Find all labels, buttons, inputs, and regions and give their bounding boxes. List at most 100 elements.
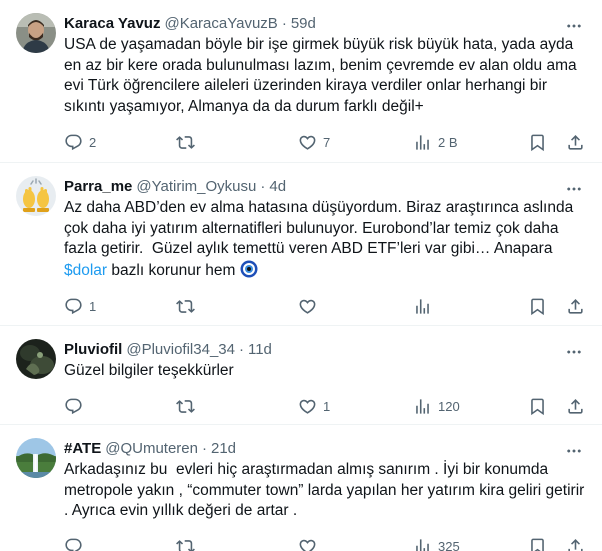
separator-dot: · [238,340,244,358]
more-options-button[interactable] [564,342,584,362]
heart-icon [299,299,316,314]
reply-icon [65,298,82,314]
tweet-text: Güzel bilgiler teşekkürler [64,362,234,379]
share-button[interactable] [566,388,585,426]
views-count: 2 B [438,134,458,150]
bookmark-button[interactable] [528,123,547,161]
timestamp[interactable]: 59d [291,15,316,32]
reply-button[interactable] [64,528,89,551]
separator-dot: · [281,14,287,32]
like-button[interactable]: 1 [298,388,330,426]
like-count: 7 [323,134,331,150]
timestamp[interactable]: 4d [269,178,286,195]
views-count: 120 [438,399,460,414]
reply-button[interactable] [64,388,89,426]
tweet[interactable]: Karaca Yavuz @KaracaYavuzB · 59d USA de … [0,0,602,163]
share-icon [568,539,583,551]
tweet[interactable]: Parra_me @Yatirim_Oykusu · 4d Az daha AB… [0,163,602,326]
avatar[interactable] [16,339,56,379]
reply-icon [65,398,82,415]
share-icon [568,399,583,414]
like-button[interactable]: 7 [298,123,330,161]
bookmark-icon [531,398,544,416]
share-button[interactable] [566,528,585,551]
author-name[interactable]: Parra_me [64,178,132,195]
more-icon [567,350,581,354]
share-icon [568,134,583,150]
action-bar: 1 [64,287,586,325]
tweet[interactable]: #ATE @QUmuteren · 21d Arkadaşınız bu evl… [0,425,602,551]
like-count: 1 [323,399,331,414]
retweet-button[interactable] [176,123,201,161]
cashtag-link[interactable]: $dolar [64,262,107,279]
more-options-button[interactable] [564,441,584,461]
retweet-icon [176,135,195,149]
more-icon [567,449,581,453]
reply-count: 1 [89,298,97,314]
author-name[interactable]: Pluviofil [64,341,122,358]
reply-icon [65,134,82,150]
more-options-button[interactable] [564,179,584,199]
heart-icon [299,135,316,150]
views-icon [416,539,429,551]
author-name[interactable]: Karaca Yavuz [64,15,160,32]
retweet-icon [176,540,195,551]
reply-icon [65,538,82,551]
bookmark-button[interactable] [528,388,547,426]
retweet-button[interactable] [176,388,201,426]
more-icon [567,187,581,191]
reply-button[interactable]: 1 [64,287,96,325]
share-icon [568,298,583,314]
views-button[interactable]: 325 [413,528,460,551]
tweet-text: Arkadaşınız bu evleri hiç araştırmadan a… [64,461,589,519]
views-icon [416,134,429,150]
heart-icon [299,399,316,414]
avatar[interactable] [16,176,56,216]
retweet-button[interactable] [176,287,201,325]
replies-feed: Karaca Yavuz @KaracaYavuzB · 59d USA de … [0,0,602,551]
retweet-button[interactable] [176,528,201,551]
like-button[interactable] [298,287,323,325]
action-bar: 1 120 [64,388,586,426]
timestamp[interactable]: 11d [248,341,272,358]
like-button[interactable] [298,528,323,551]
bookmark-icon [531,298,544,315]
evil-eye-emoji [240,260,258,278]
action-bar: 325 [64,528,586,551]
heart-icon [299,539,316,551]
author-handle[interactable]: @Pluviofil34_34 [126,341,235,358]
avatar[interactable] [16,438,56,478]
bookmark-button[interactable] [528,287,547,325]
bookmark-icon [531,134,544,151]
views-icon [416,298,429,314]
avatar[interactable] [16,13,56,53]
action-bar: 2 7 2 B [64,123,586,161]
reply-button[interactable]: 2 [64,123,96,161]
reply-count: 2 [89,134,97,150]
tweet-text-part: Az daha ABD’den ev alma hatasına düşüyor… [64,199,578,257]
more-icon [567,24,581,28]
share-button[interactable] [566,287,585,325]
author-handle[interactable]: @Yatirim_Oykusu [136,178,256,195]
retweet-icon [176,299,195,313]
views-button[interactable]: 2 B [413,123,458,161]
timestamp[interactable]: 21d [211,440,236,457]
views-icon [416,399,429,414]
tweet[interactable]: Pluviofil @Pluviofil34_34 · 11d Güzel bi… [0,326,602,425]
tweet-text: USA de yaşamadan böyle bir işe girmek bü… [64,36,581,115]
share-button[interactable] [566,123,585,161]
author-name[interactable]: #ATE [64,440,101,457]
views-button[interactable] [413,287,438,325]
bookmark-button[interactable] [528,528,547,551]
retweet-icon [176,400,195,413]
author-handle[interactable]: @QUmuteren [105,440,198,457]
tweet-text: Az daha ABD’den ev alma hatasına düşüyor… [64,198,586,281]
views-button[interactable]: 120 [413,388,460,426]
author-handle[interactable]: @KaracaYavuzB [164,15,277,32]
tweet-text-part: bazlı korunur hem [107,261,240,279]
separator-dot: · [260,177,266,195]
separator-dot: · [202,439,207,457]
bookmark-icon [531,538,544,551]
views-count: 325 [438,539,460,551]
more-options-button[interactable] [564,16,584,36]
